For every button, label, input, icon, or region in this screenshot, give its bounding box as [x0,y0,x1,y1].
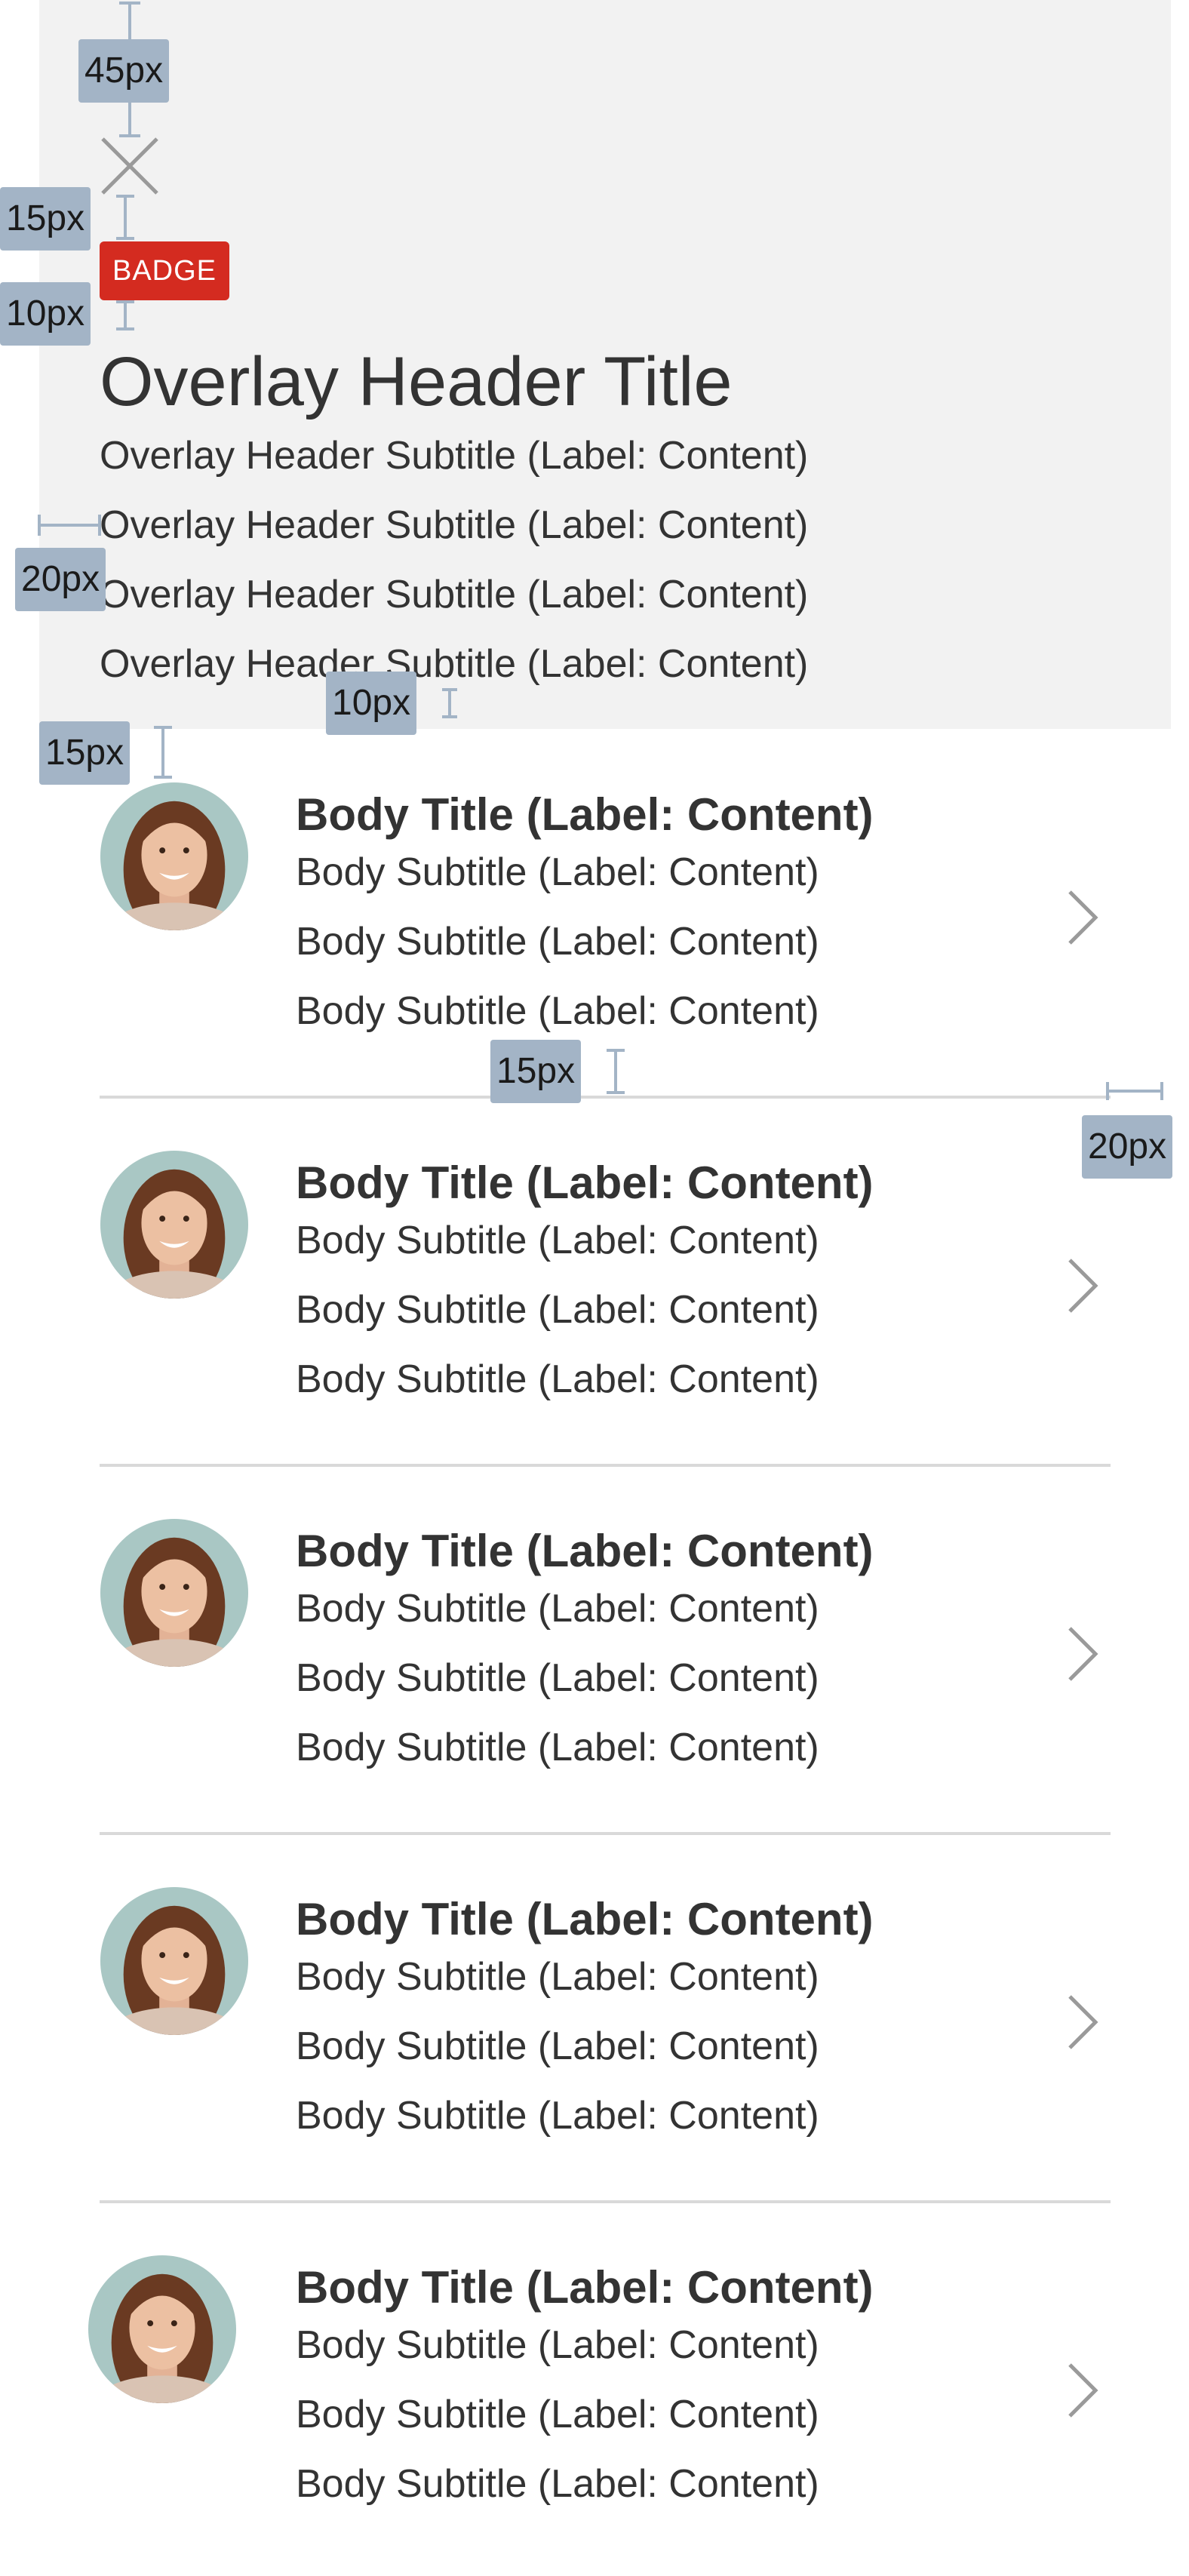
badge: BADGE [100,241,229,300]
list-item-subtitle: Body Subtitle (Label: Content) [296,920,819,964]
list-item-subtitle: Body Subtitle (Label: Content) [296,2024,819,2068]
list-item-subtitle: Body Subtitle (Label: Content) [296,2462,819,2506]
avatar [100,782,249,931]
overlay-header-subtitle: Overlay Header Subtitle (Label: Content) [100,642,809,686]
list-item-subtitle: Body Subtitle (Label: Content) [296,1955,819,1999]
avatar [100,1518,249,1668]
overlay-header-title: Overlay Header Title [100,343,733,420]
list-item[interactable]: Body Title (Label: Content) Body Subtitl… [0,2209,1189,2576]
spacing-annotation: 20px [1082,1115,1173,1179]
list-item-subtitle: Body Subtitle (Label: Content) [296,850,819,894]
avatar [100,1886,249,2036]
list-item-title: Body Title (Label: Content) [296,789,874,840]
spacing-annotation: 15px [0,187,91,251]
list-item-subtitle: Body Subtitle (Label: Content) [296,1656,819,1700]
close-icon[interactable] [100,136,160,196]
list-item-title: Body Title (Label: Content) [296,2262,874,2313]
list-item-subtitle: Body Subtitle (Label: Content) [296,1219,819,1262]
divider [100,1096,1111,1099]
chevron-right-icon [1068,1259,1098,1313]
list-item-subtitle: Body Subtitle (Label: Content) [296,1288,819,1332]
list-item-subtitle: Body Subtitle (Label: Content) [296,1357,819,1401]
list-item[interactable]: Body Title (Label: Content) Body Subtitl… [0,736,1189,1103]
list-item-subtitle: Body Subtitle (Label: Content) [296,1587,819,1631]
list-item-subtitle: Body Subtitle (Label: Content) [296,1726,819,1769]
divider [100,1832,1111,1835]
divider [100,2200,1111,2203]
avatar [88,2255,237,2404]
spacing-annotation: 15px [39,721,131,785]
spacing-annotation: 20px [15,548,106,611]
spacing-annotation: 10px [0,282,91,346]
list-item-title: Body Title (Label: Content) [296,1894,874,1944]
overlay-header-subtitle: Overlay Header Subtitle (Label: Content) [100,503,809,547]
avatar [100,1150,249,1299]
overlay-header-subtitle: Overlay Header Subtitle (Label: Content) [100,573,809,616]
spacing-annotation: 15px [490,1040,582,1103]
chevron-right-icon [1068,1995,1098,2049]
list-item-subtitle: Body Subtitle (Label: Content) [296,2094,819,2138]
chevron-right-icon [1068,890,1098,945]
spacing-annotation: 45px [78,39,170,103]
list-item-title: Body Title (Label: Content) [296,1157,874,1208]
list-item-subtitle: Body Subtitle (Label: Content) [296,989,819,1033]
chevron-right-icon [1068,2363,1098,2418]
list-item-subtitle: Body Subtitle (Label: Content) [296,2393,819,2436]
list-item-title: Body Title (Label: Content) [296,1526,874,1576]
list-item-subtitle: Body Subtitle (Label: Content) [296,2323,819,2367]
overlay-header-subtitle: Overlay Header Subtitle (Label: Content) [100,434,809,478]
spacing-annotation: 10px [326,672,417,735]
divider [100,1464,1111,1467]
list-item[interactable]: Body Title (Label: Content) Body Subtitl… [0,1841,1189,2208]
list-item[interactable]: Body Title (Label: Content) Body Subtitl… [0,1473,1189,1840]
chevron-right-icon [1068,1627,1098,1681]
list-item[interactable]: Body Title (Label: Content) Body Subtitl… [0,1105,1189,1471]
